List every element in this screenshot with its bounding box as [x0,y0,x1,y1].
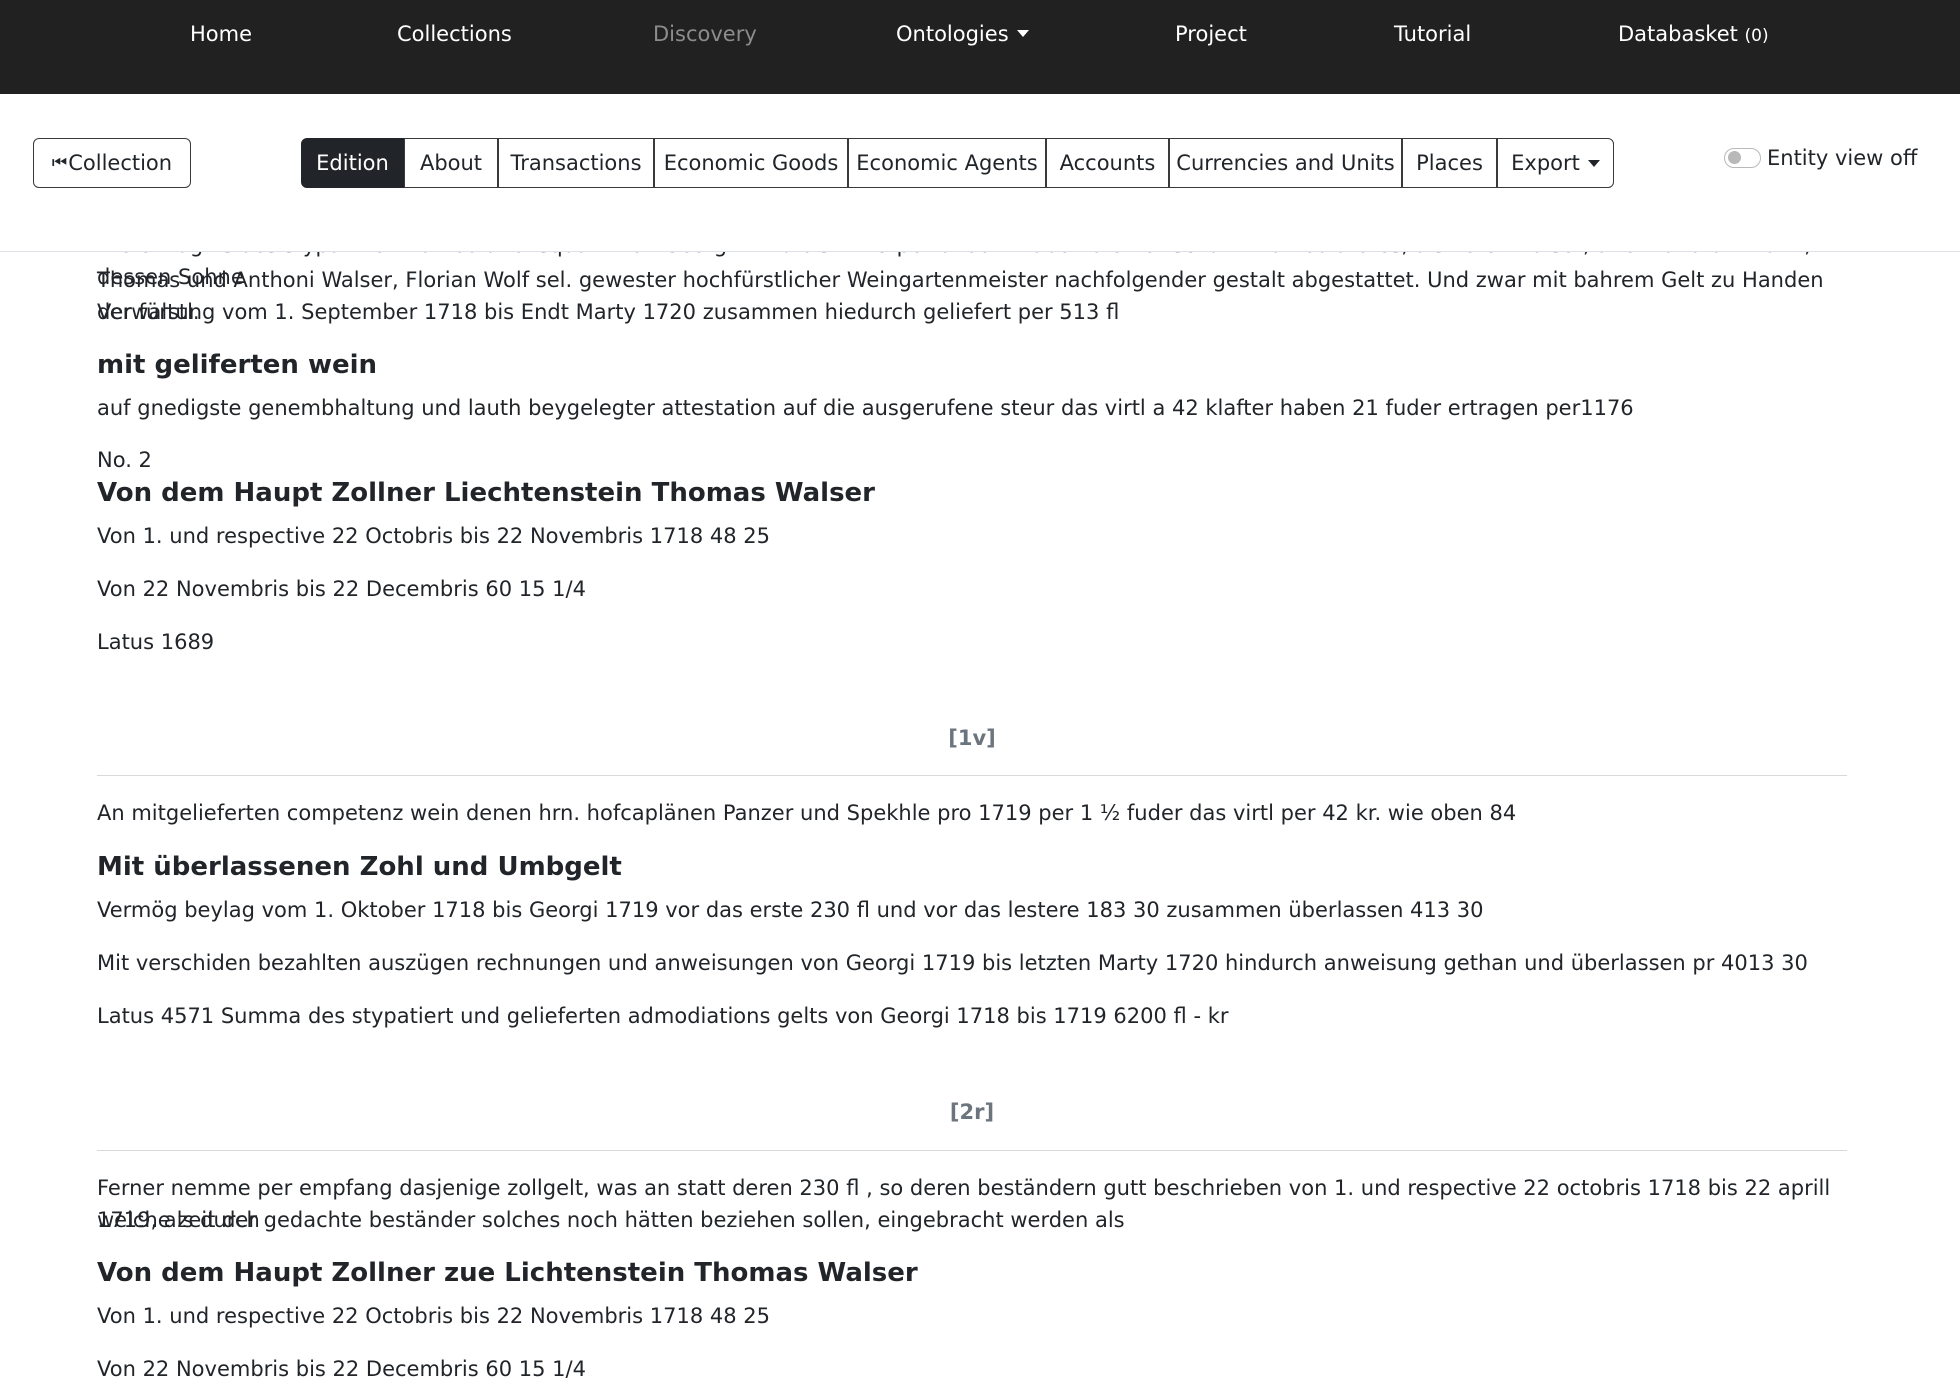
entry-line: Von 22 Novembris bis 22 Decembris 60 15 … [97,577,586,601]
paragraph-wein: auf gnedigste genembhaltung und lauth be… [97,396,1634,420]
entry-number: No. 2 [97,448,152,472]
nav-ontologies-label: Ontologies [896,22,1009,46]
toggle-switch-icon[interactable] [1724,148,1761,168]
section-heading-zollner-2: Von dem Haupt Zollner zue Lichtenstein T… [97,1258,918,1288]
export-label: Export [1511,151,1580,175]
page-divider [97,1150,1847,1151]
paragraph-mit: Mit verschiden bezahlten auszügen rechnu… [97,951,1808,975]
toggle-knob [1728,151,1741,164]
chevron-down-icon [1587,159,1600,167]
nav-tutorial-link[interactable]: Tutorial [1394,24,1471,45]
nav-collections-link[interactable]: Collections [397,24,512,45]
paragraph-ferner-line: welche zeit der gedachte beständer solch… [97,1208,1125,1232]
tab-edition[interactable]: Edition [301,138,404,188]
entry-line: Von 22 Novembris bis 22 Decembris 60 15 … [97,1357,586,1381]
tab-about[interactable]: About [404,138,498,188]
databasket-count: (0) [1744,26,1769,46]
nav-databasket-label: Databasket [1618,22,1738,46]
page-marker-1v: [1v] [948,726,996,750]
page-marker-2r: [2r] [949,1100,995,1124]
paragraph-vermoeg: Vermög beylag vom 1. Oktober 1718 bis Ge… [97,898,1484,922]
tab-places[interactable]: Places [1402,138,1497,188]
paragraph-line: Verwaltung vom 1. September 1718 bis End… [97,300,1120,324]
entry-line: Von 1. und respective 22 Octobris bis 22… [97,524,770,548]
latus-line: Latus 4571 Summa des stypatiert und geli… [97,1004,1229,1028]
tab-economic-agents[interactable]: Economic Agents [848,138,1046,188]
top-navbar: Home Collections Discovery Ontologies Pr… [0,0,1960,94]
nav-home-link[interactable]: Home [190,24,252,45]
nav-databasket-link[interactable]: Databasket (0) [1618,24,1769,45]
tab-economic-goods[interactable]: Economic Goods [654,138,848,188]
tab-currencies-units[interactable]: Currencies and Units [1169,138,1402,188]
entity-view-toggle[interactable]: Entity view off [1724,146,1917,170]
chevron-down-icon [1016,29,1029,37]
section-heading-wein: mit geliferten wein [97,350,378,380]
nav-discovery-link[interactable]: Discovery [653,24,757,45]
tab-transactions[interactable]: Transactions [498,138,654,188]
collection-back-button[interactable]: ⏮ Collection [33,138,191,188]
nav-ontologies-dropdown[interactable]: Ontologies [896,24,1029,45]
skip-back-icon: ⏮ [51,153,67,173]
latus-line: Latus 1689 [97,630,215,654]
nav-project-link[interactable]: Project [1175,24,1247,45]
page-divider [97,775,1847,776]
entry-line: Von 1. und respective 22 Octobris bis 22… [97,1304,770,1328]
collection-back-label: Collection [68,151,173,175]
section-heading-zohl: Mit überlassenen Zohl und Umbgelt [97,852,622,882]
paragraph-competenz: An mitgelieferten competenz wein denen h… [97,801,1517,825]
entity-view-label: Entity view off [1767,146,1918,170]
export-dropdown-button[interactable]: Export [1497,138,1614,188]
edition-toolbar: ⏮ Collection Edition About Transactions … [0,94,1960,252]
section-heading-zollner: Von dem Haupt Zollner Liechtenstein Thom… [97,478,876,508]
tab-accounts[interactable]: Accounts [1046,138,1169,188]
